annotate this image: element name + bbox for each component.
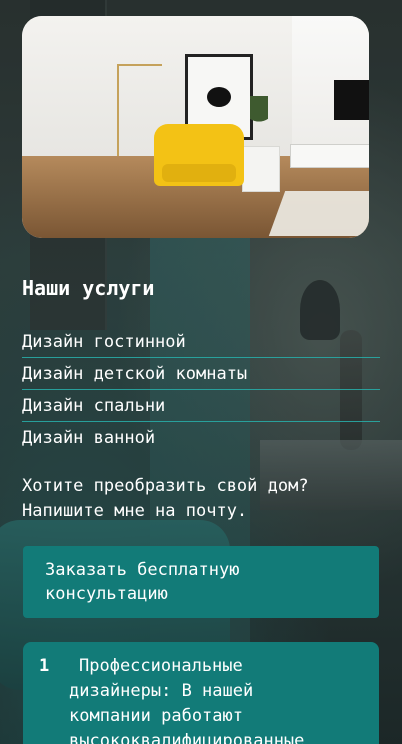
feature-text-line-3: компании работают (69, 706, 243, 726)
button-label-line-1: Заказать бесплатную (45, 560, 240, 580)
services-list: Дизайн гостинной Дизайн детской комнаты … (22, 326, 380, 454)
service-item-bathroom[interactable]: Дизайн ванной (22, 422, 380, 454)
service-item-bedroom[interactable]: Дизайн спальни (22, 390, 380, 422)
page-content: Наши услуги Дизайн гостинной Дизайн детс… (0, 0, 402, 744)
yellow-armchair (154, 124, 244, 186)
cta-text: Хотите преобразить свой дом? Напишите мн… (22, 474, 382, 524)
feature-text-line-4: высококвалифицированные (69, 731, 305, 744)
service-item-living-room[interactable]: Дизайн гостинной (22, 326, 380, 358)
feature-text: Профессиональные дизайнеры: В нашей комп… (69, 654, 304, 744)
feature-number: 1 (39, 656, 50, 676)
side-table (242, 146, 280, 192)
feature-text-line-2: дизайнеры: В нашей (69, 681, 254, 701)
service-item-kids-room[interactable]: Дизайн детской комнаты (22, 358, 380, 390)
free-consultation-button[interactable]: Заказать бесплатную консультацию (23, 546, 379, 618)
plant (250, 96, 268, 144)
feature-card: 1 Профессиональные дизайнеры: В нашей ко… (23, 642, 379, 744)
services-title: Наши услуги (22, 276, 155, 300)
console-table (290, 144, 369, 168)
button-label-line-2: консультацию (45, 584, 168, 604)
tv-shape (334, 80, 369, 120)
hero-image (22, 16, 369, 238)
cta-text-line-2: Напишите мне на почту. (22, 501, 248, 521)
feature-text-line-1: Профессиональные (79, 656, 243, 676)
cta-text-line-1: Хотите преобразить свой дом? (22, 476, 309, 496)
